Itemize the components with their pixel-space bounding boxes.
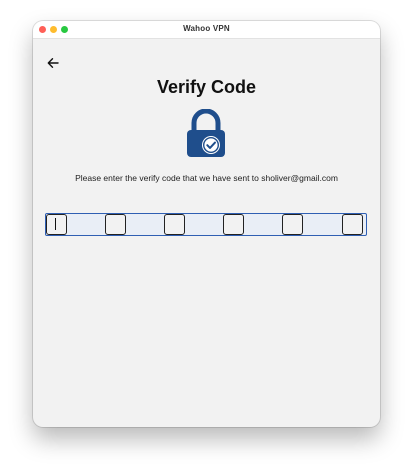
code-digit-3-input[interactable]: [164, 214, 185, 235]
code-digit-5-input[interactable]: [282, 214, 303, 235]
code-digit-2-input[interactable]: [105, 214, 126, 235]
window-title: Wahoo VPN: [183, 24, 230, 33]
page-title: Verify Code: [156, 77, 257, 97]
instruction-text: Please enter the verify code that we hav…: [75, 173, 338, 183]
app-window: Wahoo VPN Verify Code Please enter the v…: [33, 21, 380, 427]
code-digit-6-input[interactable]: [342, 214, 363, 235]
code-digit-1-input[interactable]: [46, 214, 67, 235]
code-digit-4-input[interactable]: [223, 214, 244, 235]
verify-code-input-group: [45, 213, 367, 236]
text-caret: [55, 218, 56, 230]
title-bar: Wahoo VPN: [33, 21, 380, 39]
arrow-left-icon: [47, 58, 59, 68]
back-button[interactable]: [45, 55, 61, 71]
lock-check-icon: [187, 109, 225, 157]
